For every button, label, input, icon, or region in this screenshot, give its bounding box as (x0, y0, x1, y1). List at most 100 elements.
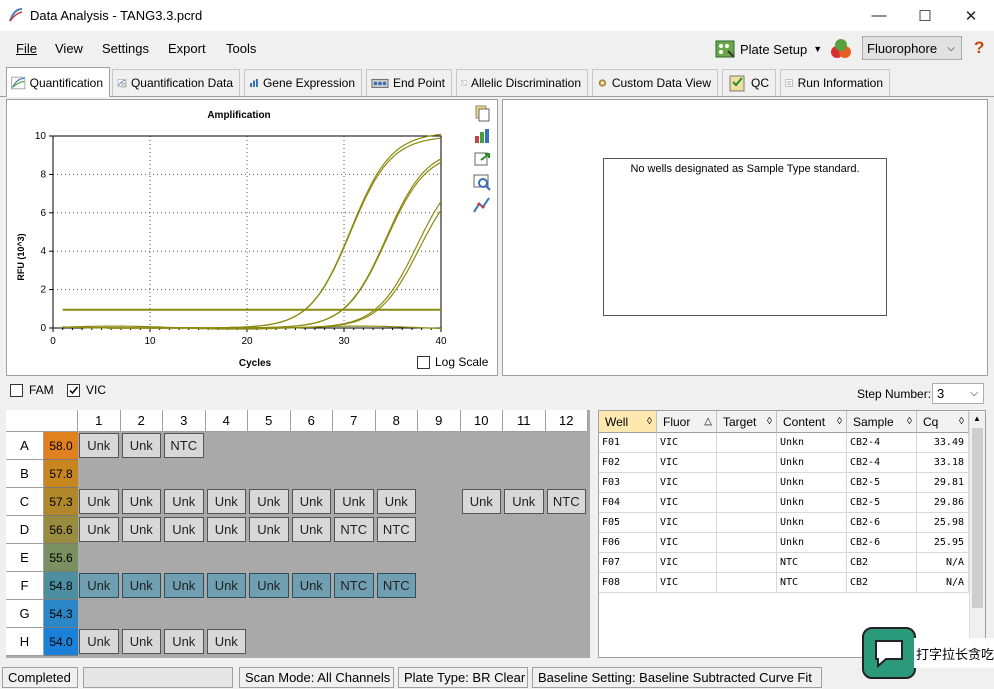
plate-well[interactable]: Unk (164, 629, 204, 654)
plate-row-header[interactable]: G (6, 600, 44, 628)
vic-check-box[interactable] (67, 383, 80, 397)
plate-well[interactable]: Unk (206, 629, 246, 654)
table-cell[interactable]: VIC (657, 433, 717, 453)
plate-well[interactable]: NTC (376, 517, 416, 542)
plate-well[interactable]: Unk (461, 489, 501, 514)
table-cell[interactable]: N/A (917, 553, 969, 573)
plate-well[interactable]: NTC (376, 573, 416, 598)
tab-quantification[interactable]: Quantification (6, 67, 110, 97)
plate-well[interactable]: Unk (121, 517, 161, 542)
table-cell[interactable]: CB2 (847, 573, 917, 593)
table-cell[interactable] (717, 513, 777, 533)
table-cell[interactable]: VIC (657, 533, 717, 553)
menu-file[interactable]: File (16, 41, 37, 56)
table-cell[interactable] (717, 573, 777, 593)
vic-checkbox[interactable]: VIC (67, 383, 106, 397)
table-cell[interactable]: F06 (599, 533, 657, 553)
minimize-button[interactable]: — (856, 0, 902, 31)
table-cell[interactable]: N/A (917, 573, 969, 593)
table-cell[interactable]: Unkn (777, 433, 847, 453)
export-chart-icon[interactable] (473, 150, 491, 168)
plate-well[interactable]: Unk (79, 517, 119, 542)
help-icon[interactable]: ? (974, 38, 984, 58)
plate-well[interactable]: Unk (334, 489, 374, 514)
plate-setup-button[interactable]: Plate Setup ▼ (712, 35, 822, 63)
plate-well[interactable]: NTC (334, 517, 374, 542)
zoom-chart-icon[interactable] (473, 173, 491, 191)
table-cell[interactable]: CB2-4 (847, 453, 917, 473)
table-cell[interactable]: VIC (657, 453, 717, 473)
table-cell[interactable] (717, 433, 777, 453)
plate-well[interactable]: Unk (249, 517, 289, 542)
table-cell[interactable] (717, 493, 777, 513)
table-cell[interactable]: F03 (599, 473, 657, 493)
close-button[interactable]: ✕ (948, 0, 994, 31)
plate-well[interactable]: NTC (164, 433, 204, 458)
column-header[interactable]: Fluor △ (657, 411, 717, 433)
plate-row-header[interactable]: H (6, 628, 44, 656)
menu-settings[interactable]: Settings (102, 41, 149, 56)
tab-run-information[interactable]: Run Information (780, 69, 890, 96)
table-cell[interactable] (717, 553, 777, 573)
table-cell[interactable]: 29.86 (917, 493, 969, 513)
tab-end-point[interactable]: End Point (366, 69, 452, 96)
plate-well[interactable]: NTC (546, 489, 586, 514)
table-cell[interactable]: Unkn (777, 473, 847, 493)
log-scale-checkbox[interactable]: Log Scale (417, 355, 488, 369)
plate-well[interactable]: Unk (164, 489, 204, 514)
plate-column-header[interactable]: 9 (418, 410, 461, 432)
plate-well[interactable]: Unk (79, 433, 119, 458)
table-cell[interactable]: 33.18 (917, 453, 969, 473)
table-cell[interactable]: VIC (657, 553, 717, 573)
table-cell[interactable]: Unkn (777, 513, 847, 533)
plate-well[interactable]: Unk (121, 489, 161, 514)
column-header[interactable]: Cq ◊ (917, 411, 969, 433)
table-cell[interactable] (717, 453, 777, 473)
table-cell[interactable]: Unkn (777, 453, 847, 473)
chart-settings-icon[interactable] (473, 127, 491, 145)
plate-well[interactable]: Unk (164, 573, 204, 598)
table-cell[interactable]: VIC (657, 473, 717, 493)
table-cell[interactable]: Unkn (777, 533, 847, 553)
plate-well[interactable]: Unk (164, 517, 204, 542)
plate-well[interactable]: Unk (206, 573, 246, 598)
table-cell[interactable]: F02 (599, 453, 657, 473)
floating-app-icon[interactable] (862, 627, 916, 679)
table-cell[interactable]: F07 (599, 553, 657, 573)
plate-column-header[interactable]: 12 (545, 410, 588, 432)
tab-quantification-data[interactable]: Quantification Data (112, 69, 240, 96)
table-cell[interactable]: 25.98 (917, 513, 969, 533)
plate-well[interactable]: Unk (249, 573, 289, 598)
menu-export[interactable]: Export (168, 41, 206, 56)
table-cell[interactable]: 33.49 (917, 433, 969, 453)
copy-icon[interactable] (473, 104, 491, 122)
column-header[interactable]: Target ◊ (717, 411, 777, 433)
table-cell[interactable]: VIC (657, 573, 717, 593)
plate-column-header[interactable]: 8 (375, 410, 418, 432)
menu-tools[interactable]: Tools (226, 41, 256, 56)
plate-well[interactable]: Unk (291, 489, 331, 514)
plate-column-header[interactable]: 11 (503, 410, 546, 432)
plate-well[interactable]: Unk (376, 489, 416, 514)
table-cell[interactable]: VIC (657, 493, 717, 513)
plate-well[interactable]: Unk (121, 629, 161, 654)
fam-check-box[interactable] (10, 383, 23, 397)
plate-row-header[interactable]: D (6, 516, 44, 544)
tab-custom-data-view[interactable]: Custom Data View (592, 69, 718, 96)
plate-column-header[interactable]: 3 (163, 410, 206, 432)
plate-well[interactable]: Unk (291, 517, 331, 542)
scroll-up-icon[interactable]: ▲ (973, 414, 981, 423)
table-scrollbar[interactable]: ▲ (969, 412, 985, 656)
table-cell[interactable]: F04 (599, 493, 657, 513)
menu-view[interactable]: View (55, 41, 83, 56)
table-cell[interactable] (717, 533, 777, 553)
table-cell[interactable]: CB2-6 (847, 513, 917, 533)
scrollbar-thumb[interactable] (972, 428, 983, 608)
plate-row-header[interactable]: C (6, 488, 44, 516)
table-cell[interactable]: NTC (777, 553, 847, 573)
plate-column-header[interactable]: 4 (205, 410, 248, 432)
fam-checkbox[interactable]: FAM (10, 383, 54, 397)
table-cell[interactable]: F08 (599, 573, 657, 593)
plate-well[interactable]: Unk (249, 489, 289, 514)
table-cell[interactable]: CB2 (847, 553, 917, 573)
